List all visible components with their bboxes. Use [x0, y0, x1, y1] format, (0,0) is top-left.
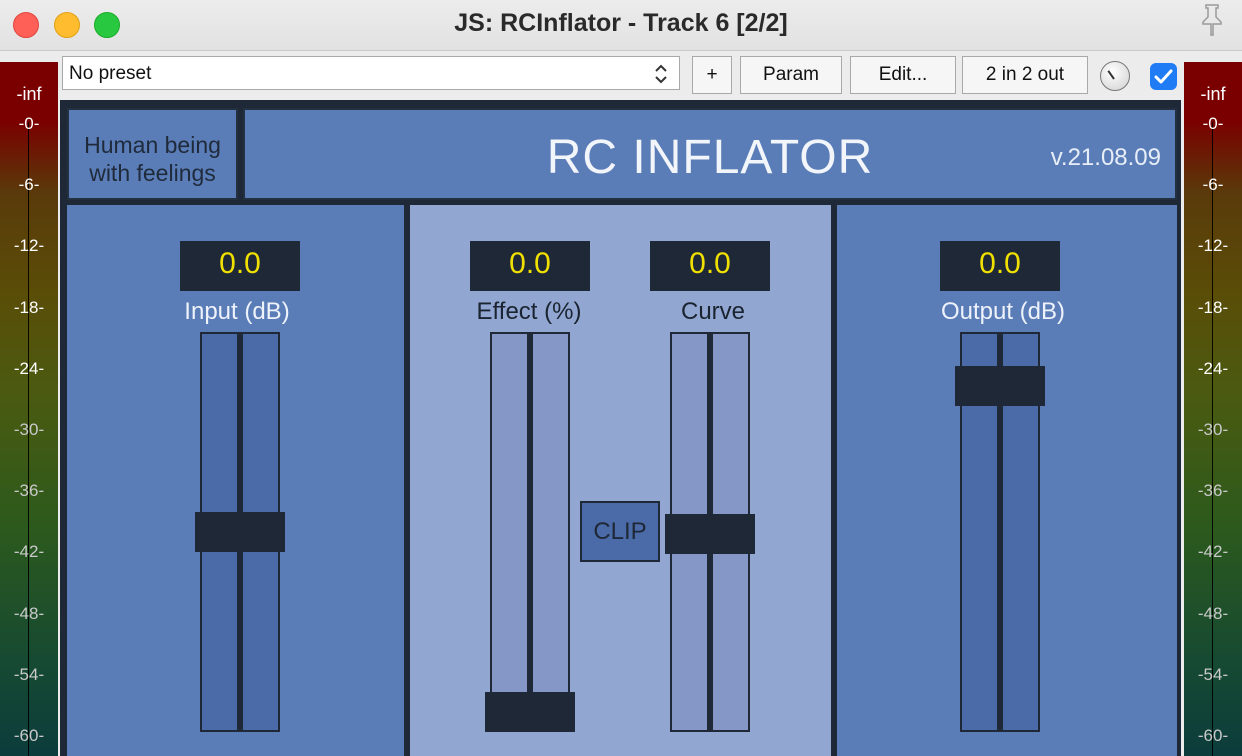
input-slider-thumb[interactable]: [195, 512, 285, 552]
meter-tick-label: -30-: [13, 420, 45, 439]
meter-tick-label: -18-: [13, 297, 45, 317]
meter-tick-label: -54-: [1197, 664, 1229, 684]
output-label: Output (dB): [940, 298, 1066, 325]
input-label: Input (dB): [184, 298, 290, 325]
chevron-updown-icon: [655, 64, 667, 84]
meter-tick-label: -24-: [1197, 358, 1229, 378]
input-value-display: 0.0: [180, 241, 300, 291]
meter-tick-label: -24-: [13, 358, 45, 378]
curve-value-display: 0.0: [650, 241, 770, 291]
meter-tick-label: -48-: [1197, 603, 1229, 623]
meter-tick-label: -60-: [13, 726, 45, 745]
input-level-meter: -inf -0- -6- -12- -18- -24- -30- -36- -42- -48- -…: [0, 62, 58, 756]
meter-tick-label: -12-: [1197, 236, 1229, 256]
param-button[interactable]: Param: [740, 56, 842, 94]
meter-tick-label: -48-: [13, 603, 45, 623]
plugin-header: RC INFLATOR v.21.08.09: [243, 108, 1177, 200]
plugin-title: RC INFLATOR: [546, 131, 874, 184]
meter-tick-label: -12-: [13, 236, 45, 256]
meter-tick-label: -6-: [18, 175, 40, 195]
meter-tick-label: -42-: [1197, 542, 1229, 562]
meter-tick-label: -54-: [13, 664, 45, 684]
meter-inf-label: -inf: [16, 84, 42, 104]
plugin-version: v.21.08.09: [1050, 144, 1161, 171]
preset-select[interactable]: No preset: [62, 56, 680, 90]
add-button[interactable]: +: [692, 56, 732, 94]
meter-tick-label: -6-: [1202, 175, 1224, 195]
output-level-meter: -inf -0- -6- -12- -18- -24- -30- -36- -42- -48- -…: [1184, 62, 1242, 756]
io-button[interactable]: 2 in 2 out: [962, 56, 1088, 94]
edit-button[interactable]: Edit...: [850, 56, 956, 94]
enable-checkbox[interactable]: [1150, 63, 1177, 90]
author-line-1: Human being: [84, 132, 221, 158]
output-value-display: 0.0: [940, 241, 1060, 291]
curve-label: Curve: [680, 298, 746, 325]
meter-tick-label: -60-: [1197, 726, 1229, 745]
effect-slider[interactable]: [490, 332, 570, 732]
meter-tick-label: -30-: [1197, 420, 1229, 439]
effect-label: Effect (%): [476, 298, 582, 325]
pin-icon[interactable]: [1197, 3, 1227, 37]
meter-tick-label: -42-: [13, 542, 45, 562]
meter-tick-label: -0-: [1202, 114, 1224, 133]
slider-groove: [527, 334, 533, 730]
title-bar: JS: RCInflator - Track 6 [2/2]: [0, 0, 1242, 51]
author-box: Human being with feelings: [67, 108, 238, 200]
preset-value: No preset: [69, 63, 152, 84]
curve-slider-thumb[interactable]: [665, 514, 755, 554]
wet-knob[interactable]: [1100, 61, 1130, 91]
meter-inf-label: -inf: [1200, 84, 1226, 104]
meter-tick-label: -36-: [1197, 481, 1229, 501]
meter-tick-label: -18-: [1197, 297, 1229, 317]
effect-value-display: 0.0: [470, 241, 590, 291]
output-slider-thumb[interactable]: [955, 366, 1045, 406]
toolbar: No preset + Param Edit... 2 in 2 out: [0, 51, 1242, 100]
effect-slider-thumb[interactable]: [485, 692, 575, 732]
window-title: JS: RCInflator - Track 6 [2/2]: [454, 9, 788, 37]
meter-tick-label: -0-: [18, 114, 40, 133]
author-line-2: with feelings: [89, 160, 216, 186]
meter-tick-label: -36-: [13, 481, 45, 501]
checkmark-icon: [1154, 69, 1173, 84]
clip-button[interactable]: CLIP: [580, 501, 660, 562]
